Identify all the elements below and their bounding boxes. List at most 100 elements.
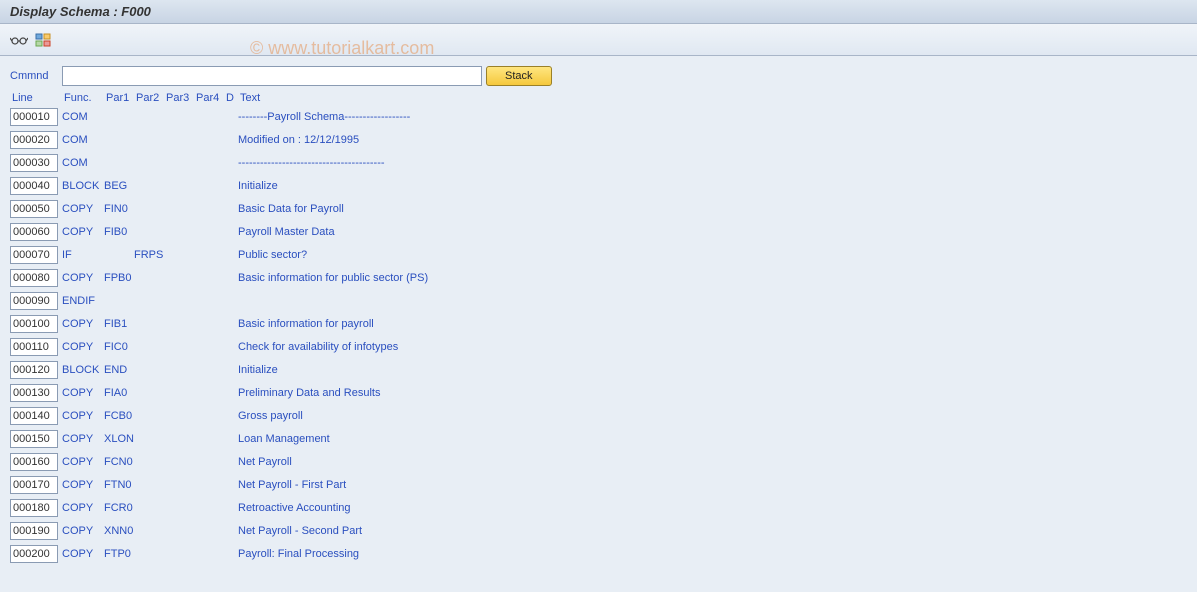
header-par2: Par2: [136, 92, 166, 104]
cell-text[interactable]: Basic Data for Payroll: [238, 203, 638, 215]
table-row: BLOCKBEG Initialize: [10, 175, 1187, 196]
line-input[interactable]: [10, 315, 58, 333]
cell-func[interactable]: BLOCK: [62, 180, 104, 192]
attributes-icon[interactable]: [34, 31, 52, 49]
cell-par1[interactable]: FIB0: [104, 226, 134, 238]
cell-func[interactable]: COPY: [62, 318, 104, 330]
cell-text[interactable]: Net Payroll - First Part: [238, 479, 638, 491]
cell-text[interactable]: Preliminary Data and Results: [238, 387, 638, 399]
cell-func[interactable]: COM: [62, 111, 104, 123]
cell-func[interactable]: COPY: [62, 479, 104, 491]
cell-par1[interactable]: FIN0: [104, 203, 134, 215]
line-input[interactable]: [10, 246, 58, 264]
table-row: COM -------------------------------------…: [10, 152, 1187, 173]
table-row: COPYFTP0 Payroll: Final Processing: [10, 543, 1187, 564]
cell-text[interactable]: Gross payroll: [238, 410, 638, 422]
cell-text[interactable]: Net Payroll: [238, 456, 638, 468]
cell-par2[interactable]: FRPS: [134, 249, 164, 261]
cell-text[interactable]: Public sector?: [238, 249, 638, 261]
line-input[interactable]: [10, 338, 58, 356]
cell-text[interactable]: Net Payroll - Second Part: [238, 525, 638, 537]
cell-func[interactable]: COPY: [62, 341, 104, 353]
line-input[interactable]: [10, 131, 58, 149]
cell-par1[interactable]: FCN0: [104, 456, 134, 468]
cell-func[interactable]: COPY: [62, 456, 104, 468]
command-input[interactable]: [62, 66, 482, 86]
cell-func[interactable]: ENDIF: [62, 295, 104, 307]
title-bar: Display Schema : F000: [0, 0, 1197, 24]
cell-text[interactable]: Basic information for public sector (PS): [238, 272, 638, 284]
cell-par1[interactable]: FCR0: [104, 502, 134, 514]
glasses-icon[interactable]: [10, 31, 28, 49]
line-input[interactable]: [10, 223, 58, 241]
cell-text[interactable]: Basic information for payroll: [238, 318, 638, 330]
cell-text[interactable]: Loan Management: [238, 433, 638, 445]
cell-par1[interactable]: FTN0: [104, 479, 134, 491]
cell-func[interactable]: IF: [62, 249, 104, 261]
cell-par1[interactable]: FPB0: [104, 272, 134, 284]
header-text: Text: [240, 92, 440, 104]
line-input[interactable]: [10, 545, 58, 563]
cell-text[interactable]: ----------------------------------------: [238, 157, 638, 169]
cell-text[interactable]: Retroactive Accounting: [238, 502, 638, 514]
table-row: COPYXNN0 Net Payroll - Second Part: [10, 520, 1187, 541]
line-input[interactable]: [10, 476, 58, 494]
cell-par1[interactable]: FIC0: [104, 341, 134, 353]
header-func: Func.: [64, 92, 106, 104]
header-par4: Par4: [196, 92, 226, 104]
line-input[interactable]: [10, 177, 58, 195]
cell-par1[interactable]: END: [104, 364, 134, 376]
line-input[interactable]: [10, 499, 58, 517]
line-input[interactable]: [10, 407, 58, 425]
table-row: COPYFCR0 Retroactive Accounting: [10, 497, 1187, 518]
cell-text[interactable]: Modified on : 12/12/1995: [238, 134, 638, 146]
cell-func[interactable]: COPY: [62, 548, 104, 560]
table-row: COPYFIB0 Payroll Master Data: [10, 221, 1187, 242]
table-row: BLOCKEND Initialize: [10, 359, 1187, 380]
toolbar: [0, 24, 1197, 56]
line-input[interactable]: [10, 453, 58, 471]
command-label: Cmmnd: [10, 70, 58, 82]
stack-button[interactable]: Stack: [486, 66, 552, 86]
cell-func[interactable]: COPY: [62, 433, 104, 445]
cell-text[interactable]: Initialize: [238, 180, 638, 192]
cell-func[interactable]: COPY: [62, 502, 104, 514]
line-input[interactable]: [10, 430, 58, 448]
line-input[interactable]: [10, 154, 58, 172]
cell-par1[interactable]: XLON: [104, 433, 134, 445]
cell-text[interactable]: Check for availability of infotypes: [238, 341, 638, 353]
line-input[interactable]: [10, 522, 58, 540]
cell-func[interactable]: COPY: [62, 525, 104, 537]
cell-text[interactable]: Payroll: Final Processing: [238, 548, 638, 560]
table-row: COPYFIC0 Check for availability of infoty…: [10, 336, 1187, 357]
cell-par1[interactable]: BEG: [104, 180, 134, 192]
cell-func[interactable]: COPY: [62, 387, 104, 399]
cell-par1[interactable]: FIB1: [104, 318, 134, 330]
cell-par1[interactable]: XNN0: [104, 525, 134, 537]
cell-func[interactable]: COPY: [62, 272, 104, 284]
cell-func[interactable]: COPY: [62, 226, 104, 238]
header-row: Line Func. Par1 Par2 Par3 Par4 D Text: [10, 92, 1187, 104]
line-input[interactable]: [10, 384, 58, 402]
data-rows: COM --------Payroll Schema---------------…: [10, 106, 1187, 564]
cell-par1[interactable]: FIA0: [104, 387, 134, 399]
cell-func[interactable]: BLOCK: [62, 364, 104, 376]
line-input[interactable]: [10, 292, 58, 310]
line-input[interactable]: [10, 108, 58, 126]
line-input[interactable]: [10, 361, 58, 379]
cell-func[interactable]: COPY: [62, 203, 104, 215]
cell-text[interactable]: Payroll Master Data: [238, 226, 638, 238]
cell-func[interactable]: COM: [62, 157, 104, 169]
header-d: D: [226, 92, 240, 104]
header-line: Line: [12, 92, 64, 104]
line-input[interactable]: [10, 269, 58, 287]
cell-func[interactable]: COM: [62, 134, 104, 146]
cell-func[interactable]: COPY: [62, 410, 104, 422]
table-row: COPYFTN0 Net Payroll - First Part: [10, 474, 1187, 495]
cell-par1[interactable]: FCB0: [104, 410, 134, 422]
header-par1: Par1: [106, 92, 136, 104]
cell-text[interactable]: Initialize: [238, 364, 638, 376]
cell-text[interactable]: --------Payroll Schema------------------: [238, 111, 638, 123]
cell-par1[interactable]: FTP0: [104, 548, 134, 560]
line-input[interactable]: [10, 200, 58, 218]
